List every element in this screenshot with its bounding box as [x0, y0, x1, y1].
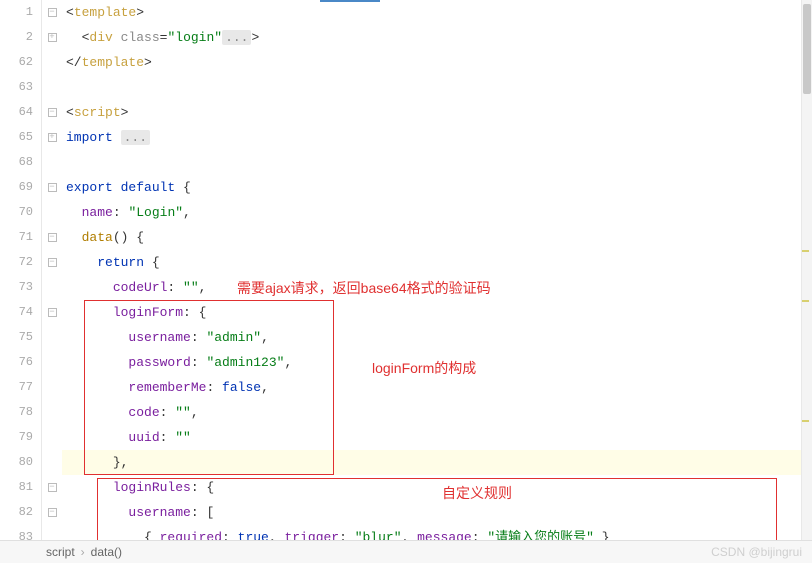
fold-ellipsis[interactable]: ...: [222, 30, 251, 45]
code-line[interactable]: name: "Login",: [62, 200, 812, 225]
fold-toggle[interactable]: −: [42, 225, 62, 250]
line-number: 74: [0, 300, 41, 325]
fold-spacer: [42, 150, 62, 175]
fold-gutter: − + − + − − − − − − −: [42, 0, 62, 540]
watermark-text: CSDN @bijingrui: [711, 545, 802, 559]
line-number: 82: [0, 500, 41, 525]
code-line[interactable]: username: [: [62, 500, 812, 525]
fold-spacer: [42, 400, 62, 425]
code-line[interactable]: loginForm: {: [62, 300, 812, 325]
breadcrumb-bar[interactable]: script › data(): [0, 540, 812, 563]
code-line-highlighted[interactable]: },: [62, 450, 812, 475]
fold-toggle[interactable]: +: [42, 25, 62, 50]
line-number: 78: [0, 400, 41, 425]
code-line[interactable]: [62, 75, 812, 100]
code-line[interactable]: code: "",: [62, 400, 812, 425]
fold-toggle[interactable]: +: [42, 125, 62, 150]
fold-spacer: [42, 425, 62, 450]
fold-spacer: [42, 450, 62, 475]
fold-spacer: [42, 375, 62, 400]
fold-spacer: [42, 350, 62, 375]
code-line[interactable]: loginRules: {: [62, 475, 812, 500]
line-number: 83: [0, 525, 41, 540]
fold-toggle[interactable]: −: [42, 500, 62, 525]
line-number: 2: [0, 25, 41, 50]
line-number: 69: [0, 175, 41, 200]
line-number: 76: [0, 350, 41, 375]
code-line[interactable]: { required: true, trigger: "blur", messa…: [62, 525, 812, 540]
fold-spacer: [42, 275, 62, 300]
code-line[interactable]: data() {: [62, 225, 812, 250]
fold-toggle[interactable]: −: [42, 175, 62, 200]
fold-spacer: [42, 50, 62, 75]
line-number-gutter: 1 2 62 63 64 65 68 69 70 71 72 73 74 75 …: [0, 0, 42, 540]
line-number: 1: [0, 0, 41, 25]
line-number: 72: [0, 250, 41, 275]
code-line[interactable]: <script>: [62, 100, 812, 125]
code-line[interactable]: import ...: [62, 125, 812, 150]
scroll-marker: [802, 250, 809, 252]
code-editor[interactable]: 1 2 62 63 64 65 68 69 70 71 72 73 74 75 …: [0, 0, 812, 540]
line-number: 64: [0, 100, 41, 125]
fold-toggle[interactable]: −: [42, 100, 62, 125]
code-line[interactable]: codeUrl: "",: [62, 275, 812, 300]
code-line[interactable]: username: "admin",: [62, 325, 812, 350]
line-number: 65: [0, 125, 41, 150]
line-number: 73: [0, 275, 41, 300]
fold-toggle[interactable]: −: [42, 475, 62, 500]
fold-spacer: [42, 525, 62, 540]
line-number: 63: [0, 75, 41, 100]
fold-toggle[interactable]: −: [42, 300, 62, 325]
code-line[interactable]: <div class="login"...>: [62, 25, 812, 50]
code-line[interactable]: export default {: [62, 175, 812, 200]
line-number: 80: [0, 450, 41, 475]
fold-toggle[interactable]: −: [42, 250, 62, 275]
line-number: 70: [0, 200, 41, 225]
line-number: 62: [0, 50, 41, 75]
fold-spacer: [42, 200, 62, 225]
code-area[interactable]: <template> <div class="login"...> </temp…: [62, 0, 812, 540]
scrollbar-thumb[interactable]: [803, 4, 811, 94]
fold-spacer: [42, 325, 62, 350]
code-line[interactable]: uuid: "": [62, 425, 812, 450]
code-line[interactable]: rememberMe: false,: [62, 375, 812, 400]
fold-ellipsis[interactable]: ...: [121, 130, 150, 145]
code-line[interactable]: return {: [62, 250, 812, 275]
code-line[interactable]: [62, 150, 812, 175]
breadcrumb-item[interactable]: script: [46, 545, 75, 559]
code-line[interactable]: password: "admin123",: [62, 350, 812, 375]
line-number: 68: [0, 150, 41, 175]
scroll-marker: [802, 300, 809, 302]
line-number: 75: [0, 325, 41, 350]
line-number: 79: [0, 425, 41, 450]
code-line[interactable]: <template>: [62, 0, 812, 25]
line-number: 81: [0, 475, 41, 500]
code-line[interactable]: </template>: [62, 50, 812, 75]
line-number: 77: [0, 375, 41, 400]
vertical-scrollbar[interactable]: [801, 0, 812, 540]
line-number: 71: [0, 225, 41, 250]
scroll-marker: [802, 420, 809, 422]
breadcrumb-item[interactable]: data(): [91, 545, 122, 559]
chevron-right-icon: ›: [81, 545, 85, 559]
fold-toggle[interactable]: −: [42, 0, 62, 25]
fold-spacer: [42, 75, 62, 100]
